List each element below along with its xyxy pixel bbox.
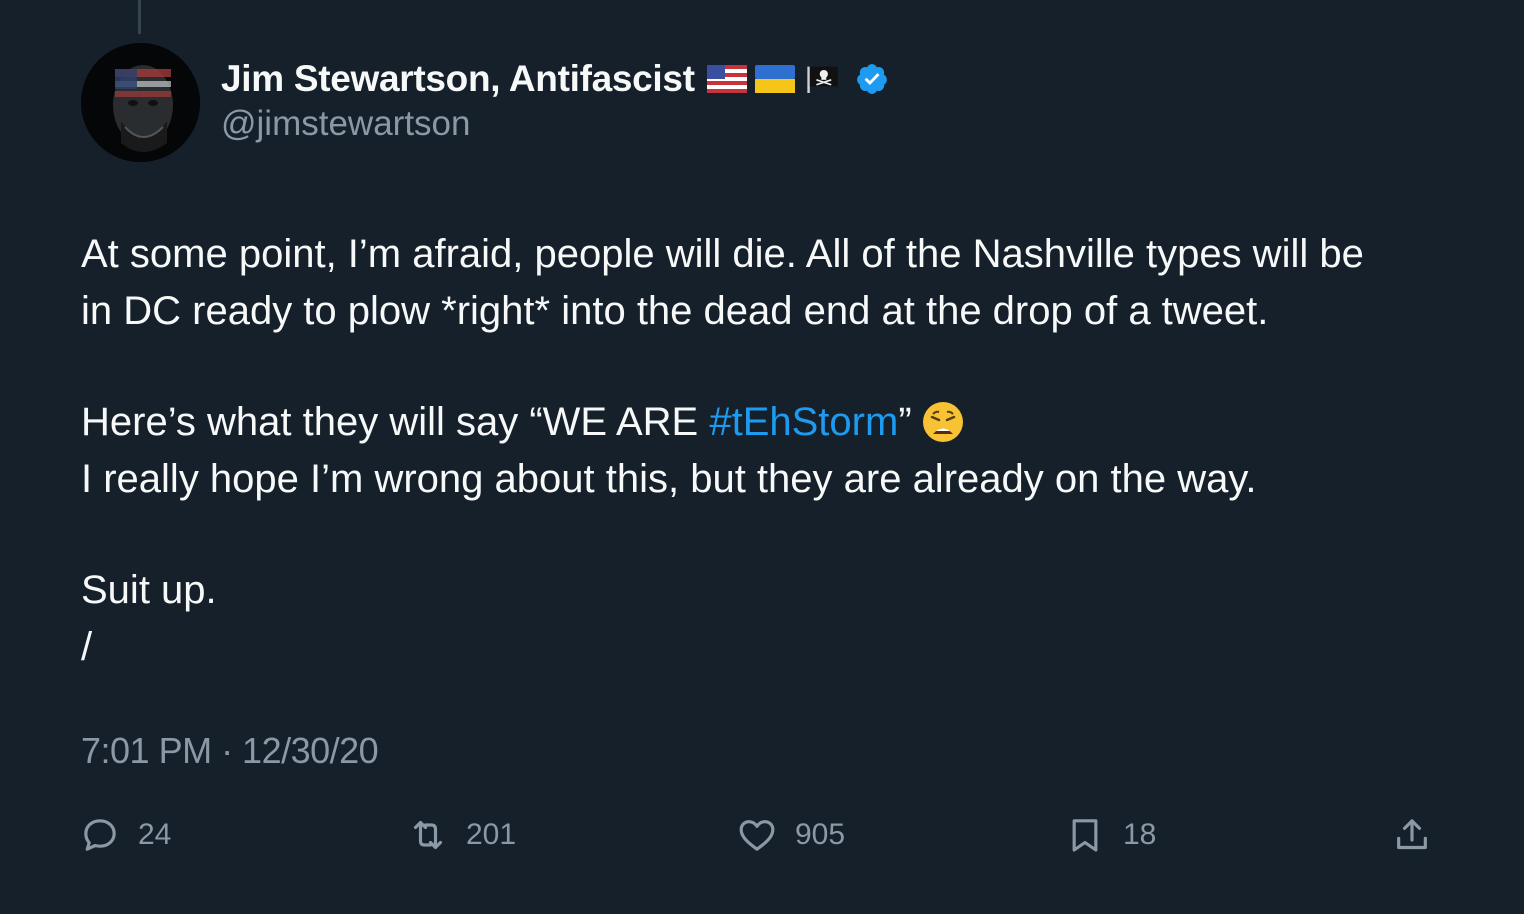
tweet-detail: Jim Stewartson, Antifascist @jimstewarts… [0, 0, 1524, 914]
share-icon [1397, 819, 1427, 850]
tweet-text-line: At some point, I’m afraid, people will d… [81, 232, 1364, 276]
tweet-timestamp[interactable]: 7:01 PM · 12/30/20 [81, 730, 379, 772]
like-count: 905 [795, 818, 846, 851]
tweet-text-segment: ” [898, 400, 912, 444]
tweet-text-line: I really hope I’m wrong about this, but … [81, 457, 1257, 501]
hashtag-link[interactable]: #tEhStorm [709, 400, 898, 444]
pirate-flag-icon [807, 66, 838, 93]
like-button[interactable]: 905 [737, 810, 845, 860]
bookmark-button[interactable]: 18 [1065, 810, 1156, 860]
ukraine-flag-icon [754, 65, 795, 93]
tweet-author-header: Jim Stewartson, Antifascist @jimstewarts… [221, 56, 889, 144]
bookmark-icon [1072, 819, 1098, 852]
retweet-icon [413, 820, 443, 850]
avatar[interactable] [81, 43, 200, 162]
tweet-text-line: Here’s what they will say “WE ARE #tEhSt… [81, 394, 1461, 451]
weary-face-emoji-icon [922, 402, 963, 442]
share-button[interactable] [1392, 810, 1432, 860]
author-handle[interactable]: @jimstewartson [221, 104, 889, 144]
tweet-text-line: / [81, 625, 93, 669]
reply-count: 24 [138, 818, 172, 851]
tweet-text-line: in DC ready to plow *right* into the dea… [81, 289, 1269, 333]
us-flag-icon [706, 65, 747, 93]
heart-icon [739, 820, 775, 851]
name-flag-emojis [706, 65, 843, 93]
bookmark-count: 18 [1123, 818, 1157, 851]
retweet-count: 201 [466, 818, 517, 851]
author-name-row: Jim Stewartson, Antifascist [221, 56, 889, 102]
reply-icon [84, 819, 116, 851]
retweet-button[interactable]: 201 [408, 810, 516, 860]
tweet-action-bar: 24 201 905 18 [0, 810, 1524, 860]
author-display-name[interactable]: Jim Stewartson, Antifascist [221, 58, 695, 100]
verified-badge-icon[interactable] [855, 62, 889, 96]
thread-connector-line [138, 0, 141, 34]
tweet-text-segment: Here’s what they will say “WE ARE [81, 400, 710, 444]
reply-button[interactable]: 24 [80, 810, 171, 860]
tweet-text: At some point, I’m afraid, people will d… [81, 226, 1461, 676]
tweet-text-line: Suit up. [81, 568, 217, 612]
